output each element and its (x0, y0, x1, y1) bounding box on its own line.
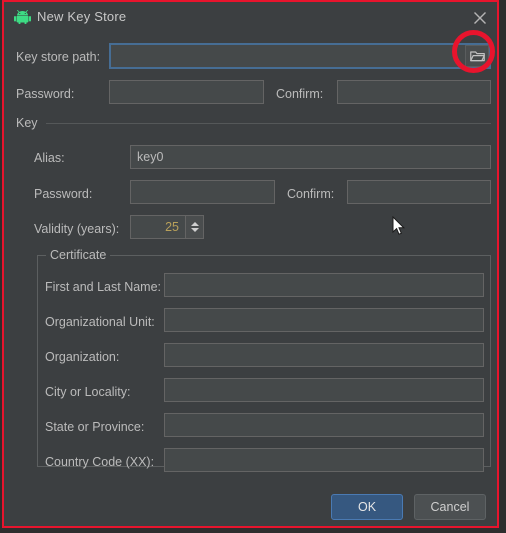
key-confirm-label: Confirm: (287, 187, 335, 201)
dialog-title: New Key Store (37, 9, 127, 24)
validity-stepper-buttons[interactable] (186, 215, 204, 239)
certificate-groupbox: Certificate First and Last Name: Organiz… (37, 248, 491, 472)
validity-input[interactable]: 25 (130, 215, 186, 239)
ok-button[interactable]: OK (331, 494, 403, 520)
key-password-label: Password: (34, 187, 93, 201)
cancel-button[interactable]: Cancel (414, 494, 486, 520)
close-icon[interactable] (471, 9, 489, 27)
store-password-label: Password: (16, 87, 75, 101)
android-robot-icon (14, 9, 31, 24)
first-last-name-label: First and Last Name: (45, 280, 162, 294)
country-code-input[interactable] (164, 448, 484, 472)
store-confirm-label: Confirm: (276, 87, 324, 101)
key-confirm-input[interactable] (347, 180, 491, 204)
chevron-down-icon[interactable] (190, 228, 199, 232)
store-password-input[interactable] (109, 80, 264, 104)
certificate-groupbox-title: Certificate (46, 248, 111, 262)
country-code-label: Country Code (XX): (45, 455, 155, 469)
key-store-path-label: Key store path: (16, 50, 101, 64)
validity-label: Validity (years): (34, 222, 120, 236)
key-store-path-input[interactable] (109, 43, 491, 69)
new-key-store-dialog: New Key Store Key store path: Password: … (4, 2, 498, 527)
state-or-province-input[interactable] (164, 413, 484, 437)
organizational-unit-input[interactable] (164, 308, 484, 332)
alias-input[interactable]: key0 (130, 145, 491, 169)
alias-label: Alias: (34, 151, 65, 165)
city-or-locality-input[interactable] (164, 378, 484, 402)
validity-stepper[interactable]: 25 (130, 215, 204, 239)
organization-input[interactable] (164, 343, 484, 367)
store-confirm-input[interactable] (337, 80, 491, 104)
organization-label: Organization: (45, 350, 120, 364)
key-section-divider (45, 122, 491, 124)
key-section-title: Key (16, 116, 38, 130)
first-last-name-input[interactable] (164, 273, 484, 297)
screenshot-root: New Key Store Key store path: Password: … (0, 0, 506, 533)
key-section-header: Key (16, 116, 491, 130)
chevron-up-icon[interactable] (190, 222, 199, 226)
dialog-titlebar: New Key Store (4, 2, 498, 33)
state-or-province-label: State or Province: (45, 420, 145, 434)
folder-icon[interactable] (465, 45, 489, 67)
organizational-unit-label: Organizational Unit: (45, 315, 155, 329)
key-password-input[interactable] (130, 180, 275, 204)
city-or-locality-label: City or Locality: (45, 385, 131, 399)
